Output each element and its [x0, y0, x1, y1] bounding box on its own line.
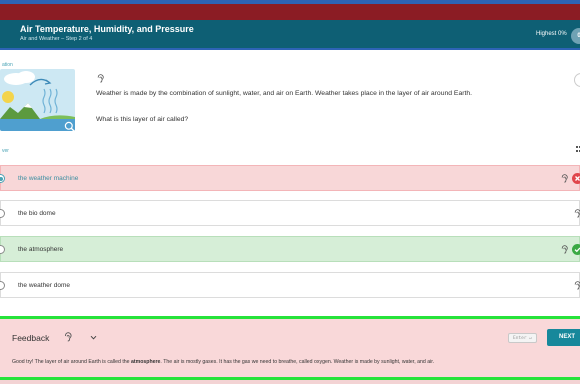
radio-button[interactable]	[0, 245, 5, 254]
feedback-text-start: Good try! The layer of air around Earth …	[12, 359, 131, 365]
highest-score-label: Highest 0%	[536, 31, 567, 37]
feedback-text: Good try! The layer of air around Earth …	[12, 359, 434, 365]
answer-option[interactable]: the weather machine	[0, 165, 580, 191]
feedback-panel: Feedback Enter ↵ NEXT Good try! The laye…	[0, 319, 580, 377]
feedback-title: Feedback	[12, 333, 50, 343]
radio-button[interactable]	[0, 174, 5, 183]
zoom-icon[interactable]	[64, 121, 75, 132]
lesson-step: Air and Weather – Step 2 of 4	[20, 36, 93, 42]
lesson-header: Air Temperature, Humidity, and Pressure …	[0, 20, 580, 48]
lesson-title: Air Temperature, Humidity, and Pressure	[20, 24, 194, 34]
answer-option-label: the weather dome	[18, 282, 71, 289]
answer-option[interactable]: the weather dome	[0, 272, 580, 298]
option-audio-icon[interactable]	[560, 174, 569, 183]
chevron-down-icon[interactable]	[89, 333, 98, 342]
enter-key-hint: Enter ↵	[508, 333, 537, 343]
radio-button[interactable]	[0, 281, 5, 290]
header-underline	[0, 48, 580, 50]
option-audio-icon[interactable]	[573, 281, 580, 290]
answer-option-label: the weather machine	[18, 175, 79, 182]
score-badge[interactable]: 0	[571, 28, 580, 44]
radio-button[interactable]	[0, 209, 5, 218]
question-section-label: ation	[2, 62, 13, 68]
question-audio-icon[interactable]	[96, 74, 105, 83]
answer-option[interactable]: the atmosphere	[0, 236, 580, 262]
feedback-text-end: . The air is mostly gases. It has the ga…	[160, 359, 435, 365]
answer-option-label: the bio dome	[18, 210, 56, 217]
bottom-strip	[0, 380, 580, 384]
grid-icon[interactable]	[576, 146, 580, 152]
answer-option-label: the atmosphere	[18, 246, 64, 253]
feedback-audio-icon[interactable]	[63, 332, 73, 342]
answer-section-label: ver	[2, 148, 9, 154]
x-circle-icon	[572, 173, 580, 184]
feedback-keyword: atmosphere	[131, 359, 161, 365]
browser-top-bar	[0, 4, 580, 20]
answer-option[interactable]: the bio dome	[0, 200, 580, 226]
next-button[interactable]: NEXT	[547, 329, 580, 346]
option-audio-icon[interactable]	[560, 245, 569, 254]
check-circle-icon	[572, 244, 580, 255]
radio-dot	[0, 176, 3, 181]
side-circle-button[interactable]	[574, 73, 580, 87]
question-prompt: What is this layer of air called?	[96, 116, 189, 123]
option-audio-icon[interactable]	[573, 209, 580, 218]
question-text: Weather is made by the combination of su…	[96, 90, 473, 97]
